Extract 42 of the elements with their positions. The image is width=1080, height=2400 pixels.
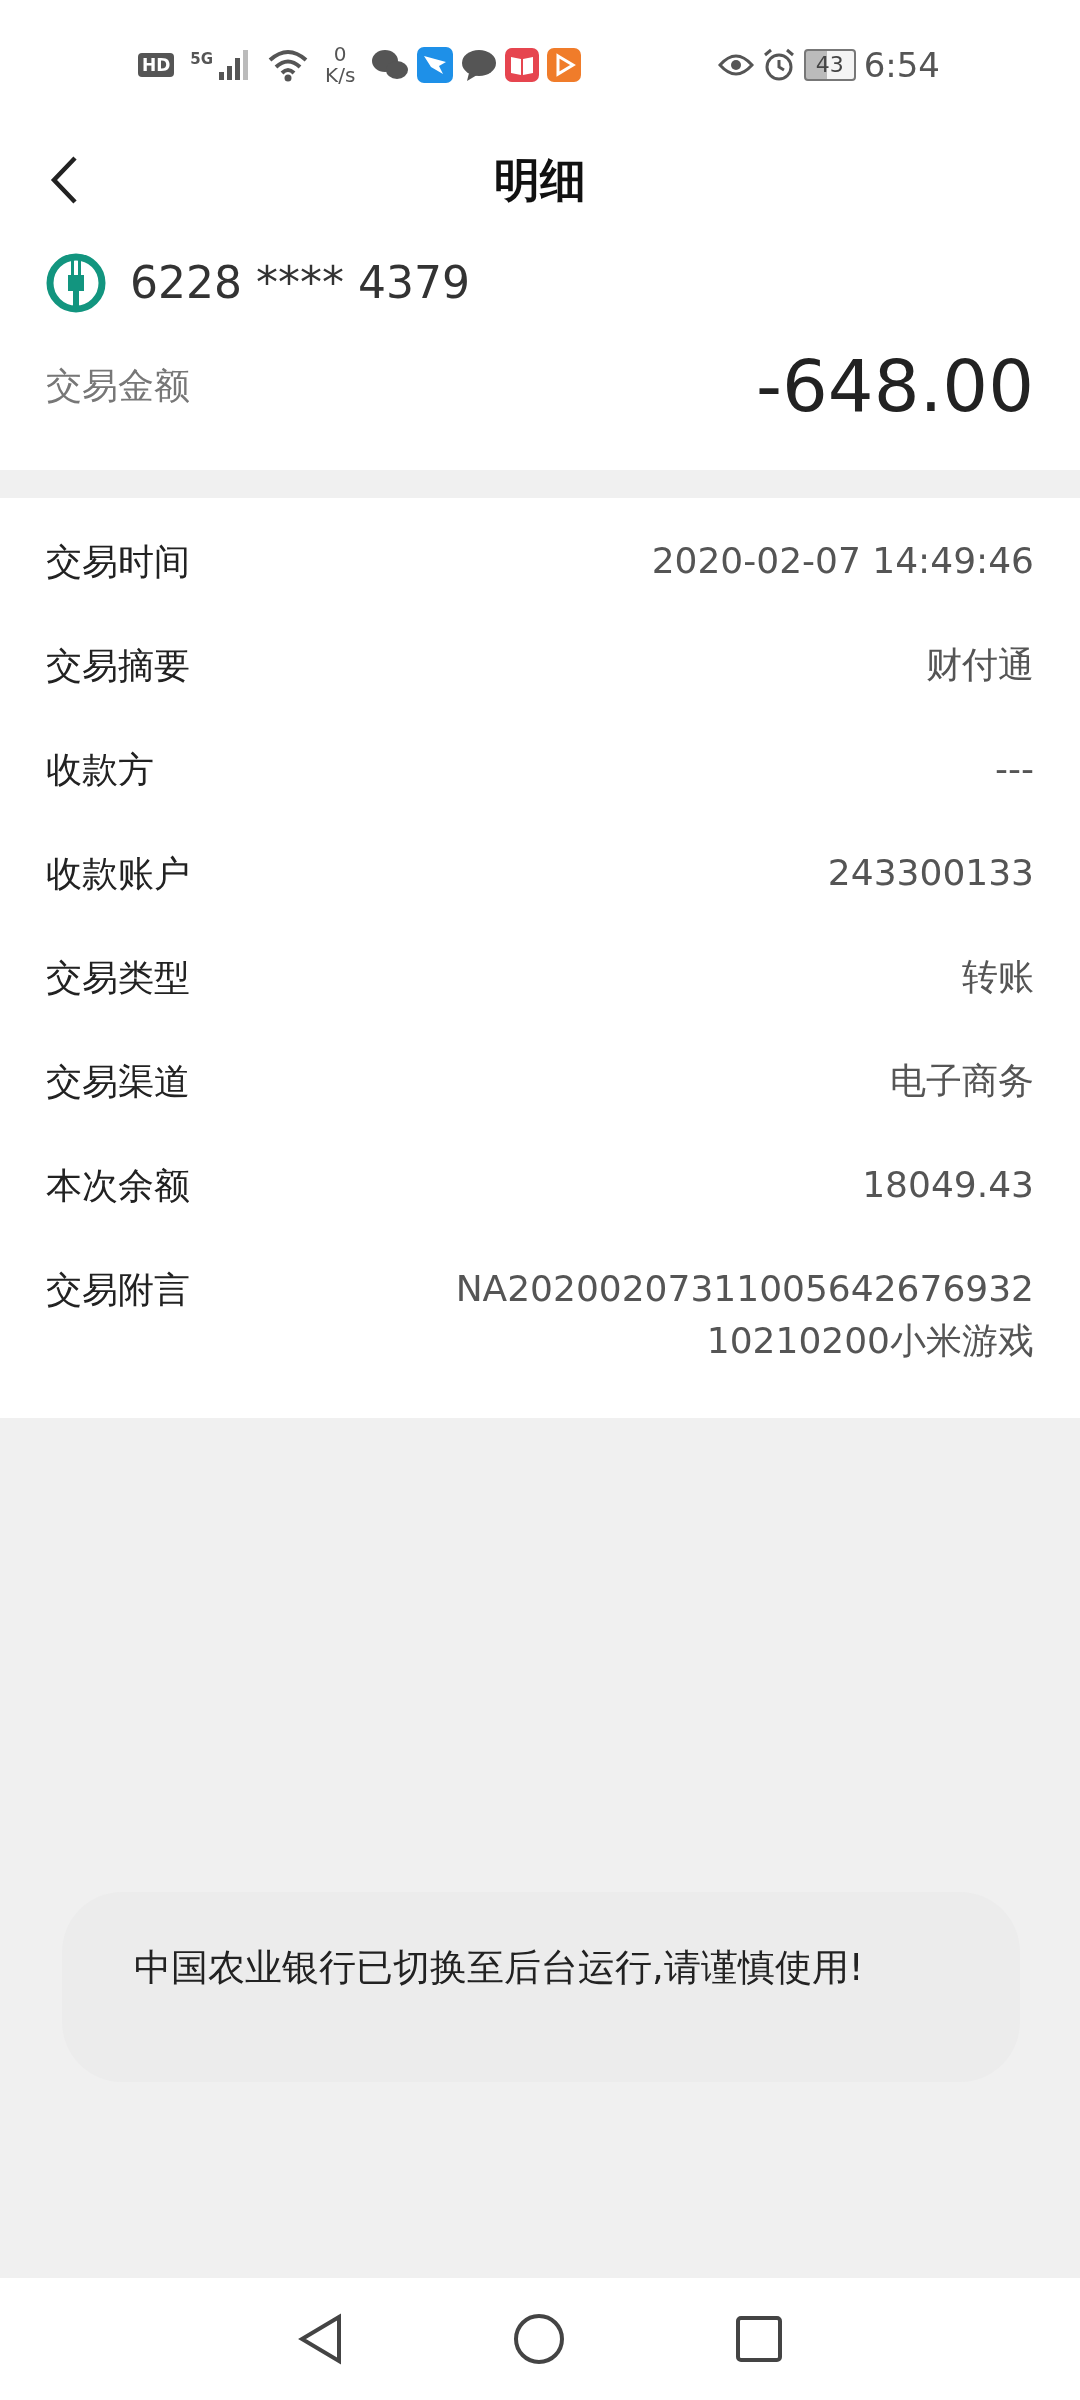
speed-value: 0	[333, 44, 347, 65]
detail-label: 交易摘要	[46, 644, 190, 688]
detail-label: 交易类型	[46, 956, 190, 1000]
detail-label: 交易时间	[46, 540, 190, 584]
alarm-clock-icon	[761, 48, 796, 82]
battery-icon: 43	[803, 48, 856, 82]
recents-nav-button[interactable]	[735, 2315, 783, 2363]
clock-time: 6:54	[863, 43, 940, 87]
detail-value: NA2020020731100564267693210210200小米游戏	[454, 1267, 1034, 1364]
network-label: 5G	[190, 49, 214, 70]
square-icon	[735, 2315, 783, 2363]
detail-label: 收款账户	[46, 852, 190, 896]
detail-label: 交易渠道	[46, 1060, 190, 1104]
detail-value: ---	[995, 747, 1034, 791]
detail-value: 2020-02-07 14:49:46	[651, 539, 1034, 583]
eye-icon	[717, 52, 754, 78]
detail-value: 18049.43	[862, 1163, 1034, 1207]
triangle-icon	[297, 2313, 343, 2365]
card-number: 6228 **** 4379	[130, 256, 470, 310]
book-app-icon	[505, 48, 540, 82]
toast-message: 中国农业银行已切换至后台运行,请谨慎使用!	[134, 1945, 865, 1991]
chat-bubbles-icon	[371, 48, 410, 82]
bank-logo-icon	[46, 253, 106, 313]
message-bubble-icon	[461, 48, 498, 82]
page-title: 明细	[494, 151, 586, 209]
back-nav-button[interactable]	[297, 2313, 343, 2365]
detail-value: 转账	[962, 955, 1034, 999]
detail-label: 交易附言	[46, 1268, 190, 1312]
hd-label: HD	[138, 52, 175, 78]
speed-unit: K/s	[325, 65, 356, 86]
amount-value: -648.00	[756, 343, 1034, 430]
circle-icon	[513, 2313, 565, 2365]
bird-app-icon	[417, 47, 454, 83]
detail-label: 本次余额	[46, 1164, 190, 1208]
wifi-icon	[267, 48, 310, 82]
home-nav-button[interactable]	[513, 2313, 565, 2365]
amount-label: 交易金额	[46, 364, 190, 408]
play-app-icon	[547, 48, 582, 82]
detail-value: 243300133	[827, 851, 1034, 895]
detail-value: 电子商务	[890, 1059, 1034, 1103]
detail-label: 收款方	[46, 748, 154, 792]
detail-value: 财付通	[926, 643, 1034, 687]
